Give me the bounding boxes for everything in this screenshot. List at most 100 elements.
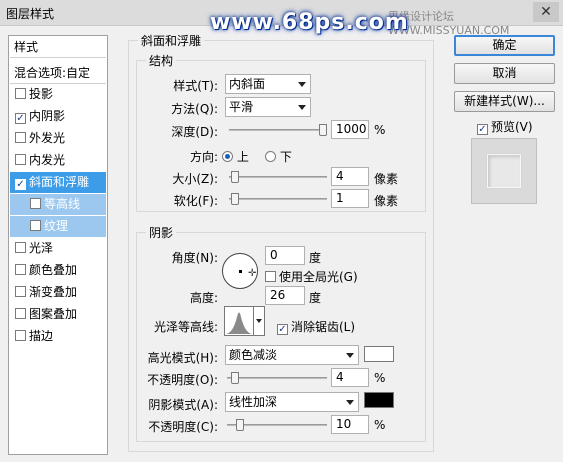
style-checkbox[interactable]: ✓ — [15, 179, 26, 190]
direction-label: 方向: — [189, 150, 218, 164]
style-item-label: 光泽 — [29, 241, 54, 255]
gloss-contour-dropdown[interactable] — [254, 306, 265, 336]
global-light-checkbox[interactable] — [265, 271, 276, 282]
style-checkbox[interactable] — [30, 198, 41, 209]
depth-input[interactable]: 1000 — [331, 120, 369, 139]
style-item-color-overlay[interactable]: 颜色叠加 — [10, 260, 106, 281]
highlight-color-swatch[interactable] — [364, 346, 394, 362]
depth-label: 深度(D): — [171, 125, 218, 139]
slider-thumb[interactable] — [231, 193, 239, 205]
shadow-opacity-label: 不透明度(C): — [148, 420, 218, 434]
altitude-label: 高度: — [189, 291, 218, 305]
style-item-label: 斜面和浮雕 — [29, 175, 90, 189]
radio-down-label: 下 — [279, 150, 292, 164]
ok-button[interactable]: 确定 — [454, 35, 555, 56]
chevron-down-icon — [298, 105, 306, 110]
shadow-opacity-slider[interactable] — [227, 419, 327, 431]
direction-down-option[interactable]: 下 — [265, 148, 292, 165]
slider-thumb[interactable] — [231, 372, 239, 384]
style-item-label: 等高线 — [44, 197, 81, 211]
crosshair-icon: ✛ — [248, 268, 257, 279]
dropdown-value: 颜色减淡 — [229, 348, 278, 362]
style-item-stroke[interactable]: 描边 — [10, 326, 106, 347]
site-watermark: www.68ps.com — [210, 10, 409, 35]
radio-down[interactable] — [265, 151, 276, 162]
cancel-button[interactable]: 取消 — [454, 63, 555, 84]
shadow-opacity-input[interactable]: 10 — [331, 415, 369, 434]
highlight-opacity-slider[interactable] — [227, 372, 327, 384]
size-slider[interactable] — [229, 171, 327, 183]
style-checkbox[interactable]: ✓ — [15, 113, 26, 124]
angle-center-dot — [239, 270, 242, 273]
style-item-gradient-overlay[interactable]: 渐变叠加 — [10, 282, 106, 303]
style-item-inner-glow[interactable]: 内发光 — [10, 150, 106, 171]
highlight-mode-dropdown[interactable]: 颜色减淡 — [225, 345, 359, 365]
style-checkbox[interactable] — [15, 286, 26, 297]
new-style-button[interactable]: 新建样式(W)... — [454, 91, 555, 112]
style-list: 样式 混合选项:自定 投影 ✓ 内阴影 外发光 内发光 ✓ 斜面和浮雕 等高线 纹理… — [8, 35, 108, 455]
structure-title: 结构 — [146, 52, 177, 69]
style-item-drop-shadow[interactable]: 投影 — [10, 84, 106, 105]
antialias-option[interactable]: ✓ 消除锯齿(L) — [277, 318, 355, 335]
altitude-unit: 度 — [309, 291, 322, 305]
soften-input[interactable]: 1 — [331, 189, 369, 208]
style-list-header[interactable]: 样式 — [10, 37, 106, 58]
preview-option[interactable]: ✓ 预览(V) — [477, 118, 533, 135]
slider-thumb[interactable] — [319, 124, 327, 136]
technique-dropdown[interactable]: 平滑 — [225, 97, 311, 117]
angle-input[interactable]: 0 — [265, 246, 305, 265]
size-input[interactable]: 4 — [331, 167, 369, 186]
style-checkbox[interactable] — [15, 132, 26, 143]
antialias-checkbox[interactable]: ✓ — [277, 324, 288, 335]
global-light-option[interactable]: 使用全局光(G) — [265, 268, 358, 285]
style-checkbox[interactable] — [15, 308, 26, 319]
style-label: 样式(T): — [173, 79, 218, 93]
size-label: 大小(Z): — [172, 172, 218, 186]
gloss-contour-thumbnail[interactable] — [224, 306, 254, 336]
contour-curve-icon — [226, 312, 252, 334]
preview-checkbox[interactable]: ✓ — [477, 124, 488, 135]
depth-unit: % — [374, 123, 386, 137]
style-item-outer-glow[interactable]: 外发光 — [10, 128, 106, 149]
antialias-label: 消除锯齿(L) — [291, 320, 356, 334]
highlight-opacity-input[interactable]: 4 — [331, 368, 369, 387]
style-item-inner-shadow[interactable]: ✓ 内阴影 — [10, 106, 106, 127]
soften-slider[interactable] — [229, 193, 327, 205]
highlight-opacity-unit: % — [374, 371, 386, 385]
blending-options-item[interactable]: 混合选项:自定 — [10, 63, 106, 84]
style-item-label: 描边 — [29, 329, 54, 343]
style-item-label: 内阴影 — [29, 109, 66, 123]
slider-thumb[interactable] — [236, 419, 244, 431]
chevron-down-icon — [256, 319, 262, 323]
bevel-style-dropdown[interactable]: 内斜面 — [225, 74, 311, 94]
style-item-satin[interactable]: 光泽 — [10, 238, 106, 259]
bevel-emboss-title: 斜面和浮雕 — [138, 32, 205, 49]
angle-unit: 度 — [309, 251, 322, 265]
style-item-texture[interactable]: 纹理 — [10, 216, 106, 237]
slider-track — [227, 377, 327, 379]
shadow-mode-label: 阴影模式(A): — [148, 398, 218, 412]
style-checkbox[interactable] — [15, 242, 26, 253]
window-title: 图层样式 — [6, 7, 55, 21]
close-button[interactable]: ✕ — [533, 2, 559, 22]
radio-up[interactable] — [222, 151, 233, 162]
shadow-color-swatch[interactable] — [364, 392, 394, 408]
style-item-pattern-overlay[interactable]: 图案叠加 — [10, 304, 106, 325]
direction-up-option[interactable]: 上 — [222, 148, 249, 165]
technique-label: 方法(Q): — [171, 102, 218, 116]
altitude-input[interactable]: 26 — [265, 286, 305, 305]
slider-thumb[interactable] — [231, 171, 239, 183]
style-checkbox[interactable] — [30, 220, 41, 231]
style-item-label: 渐变叠加 — [29, 285, 78, 299]
depth-slider[interactable] — [229, 124, 327, 136]
style-item-contour[interactable]: 等高线 — [10, 194, 106, 215]
shadow-mode-dropdown[interactable]: 线性加深 — [225, 392, 359, 412]
style-checkbox[interactable] — [15, 264, 26, 275]
size-unit: 像素 — [374, 172, 399, 186]
highlight-mode-label: 高光模式(H): — [147, 351, 218, 365]
style-checkbox[interactable] — [15, 330, 26, 341]
style-item-bevel-emboss[interactable]: ✓ 斜面和浮雕 — [10, 172, 106, 193]
style-checkbox[interactable] — [15, 154, 26, 165]
slider-track — [229, 129, 327, 131]
style-checkbox[interactable] — [15, 88, 26, 99]
